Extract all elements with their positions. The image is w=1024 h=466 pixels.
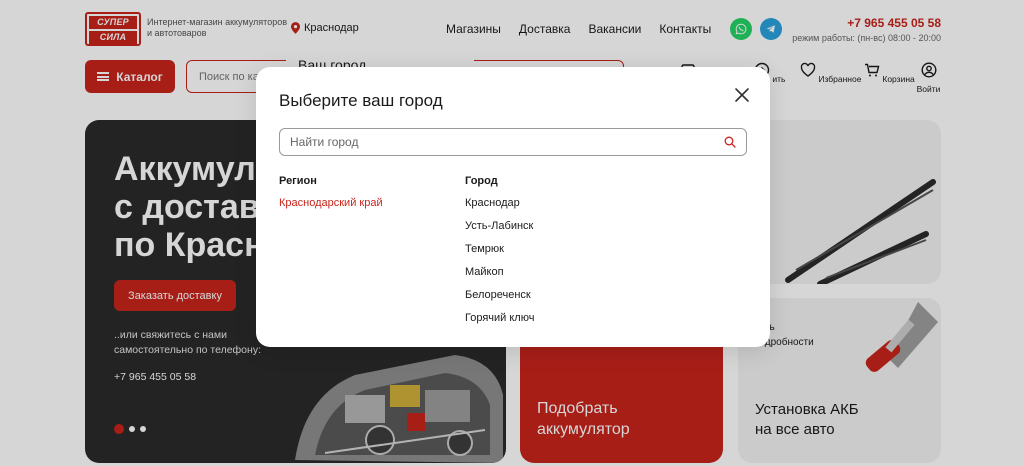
search-icon[interactable]: [724, 136, 736, 148]
city-search-field[interactable]: [279, 128, 747, 156]
city-search-input[interactable]: [290, 135, 724, 149]
city-list: Краснодар Усть-Лабинск Темрюк Майкоп Бел…: [465, 197, 534, 335]
city-item-krasnodar[interactable]: Краснодар: [465, 197, 534, 220]
city-item-belorechensk[interactable]: Белореченск: [465, 289, 534, 312]
close-icon[interactable]: [734, 87, 750, 103]
region-column-header: Регион: [279, 175, 317, 187]
city-column-header: Город: [465, 175, 498, 187]
city-select-modal: Выберите ваш город Регион Город Краснода…: [256, 67, 770, 347]
city-item-maykop[interactable]: Майкоп: [465, 266, 534, 289]
city-item-goryachiy-klyuch[interactable]: Горячий ключ: [465, 312, 534, 335]
city-item-ust-labinsk[interactable]: Усть-Лабинск: [465, 220, 534, 243]
modal-title: Выберите ваш город: [279, 91, 443, 110]
region-item-krasnodar-krai[interactable]: Краснодарский край: [279, 197, 383, 209]
city-item-temryuk[interactable]: Темрюк: [465, 243, 534, 266]
